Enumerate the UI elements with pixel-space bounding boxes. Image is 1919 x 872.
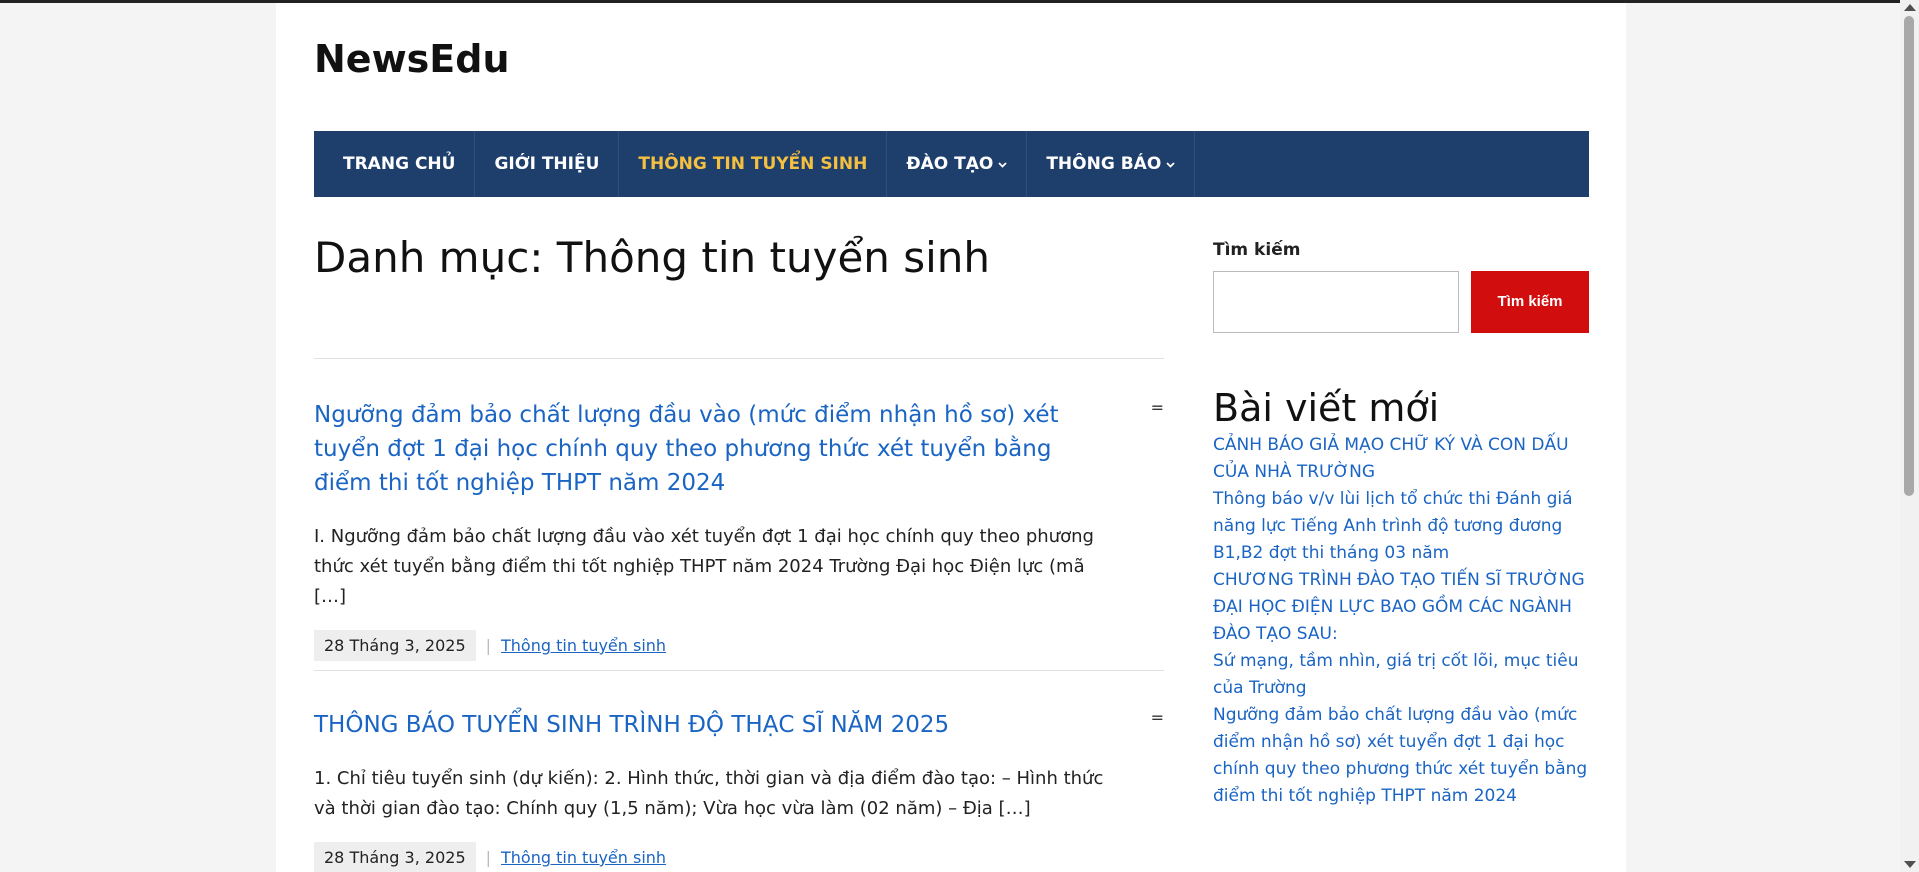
search-button[interactable]: Tìm kiếm (1471, 271, 1589, 333)
search-label: Tìm kiếm (1213, 240, 1301, 260)
post-meta: 28 Tháng 3, 2025 | Thông tin tuyển sinh (314, 842, 1164, 872)
meta-separator: | (485, 636, 492, 655)
recent-posts-list: CẢNH BÁO GIẢ MẠO CHỮ KÝ VÀ CON DẤU CỦA N… (1213, 432, 1589, 810)
nav-item-about[interactable]: GIỚI THIỆU (475, 131, 620, 197)
post-meta: 28 Tháng 3, 2025 | Thông tin tuyển sinh (314, 630, 1164, 661)
post-item: = Ngưỡng đảm bảo chất lượng đầu vào (mức… (314, 398, 1164, 661)
nav-item-label: ĐÀO TẠO (906, 154, 994, 174)
recent-posts-title: Bài viết mới (1213, 386, 1440, 430)
chevron-down-icon (998, 158, 1007, 171)
nav-item-label: THÔNG TIN TUYỂN SINH (638, 154, 868, 174)
nav-item-training[interactable]: ĐÀO TẠO (887, 131, 1028, 197)
recent-post-link[interactable]: Sứ mạng, tầm nhìn, giá trị cốt lõi, mục … (1213, 648, 1589, 702)
post-category-link[interactable]: Thông tin tuyển sinh (501, 848, 666, 867)
nav-item-label: TRANG CHỦ (343, 154, 456, 174)
post-category-link[interactable]: Thông tin tuyển sinh (501, 636, 666, 655)
meta-separator: | (485, 848, 492, 867)
nav-item-admissions[interactable]: THÔNG TIN TUYỂN SINH (619, 131, 888, 197)
post-menu-icon[interactable]: = (1151, 708, 1164, 727)
site-title[interactable]: NewsEdu (314, 37, 510, 81)
post-date: 28 Tháng 3, 2025 (314, 842, 476, 872)
divider (314, 670, 1164, 671)
post-date: 28 Tháng 3, 2025 (314, 630, 476, 661)
nav-item-home[interactable]: TRANG CHỦ (314, 131, 476, 197)
recent-post-link[interactable]: CẢNH BÁO GIẢ MẠO CHỮ KÝ VÀ CON DẤU CỦA N… (1213, 432, 1589, 486)
nav-item-label: THÔNG BÁO (1046, 154, 1162, 174)
recent-post-link[interactable]: Thông báo v/v lùi lịch tổ chức thi Đánh … (1213, 486, 1589, 567)
chevron-down-icon (1166, 158, 1175, 171)
page-scrollbar[interactable] (1900, 0, 1919, 872)
main-navigation: TRANG CHỦ GIỚI THIỆU THÔNG TIN TUYỂN SIN… (314, 131, 1589, 197)
search-input[interactable] (1213, 271, 1459, 333)
scroll-down-arrow-icon[interactable] (1904, 861, 1916, 868)
recent-post-link[interactable]: CHƯƠNG TRÌNH ĐÀO TẠO TIẾN SĨ TRƯỜNG ĐẠI … (1213, 567, 1589, 648)
post-excerpt: I. Ngưỡng đảm bảo chất lượng đầu vào xét… (314, 526, 1094, 607)
post-menu-icon[interactable]: = (1151, 398, 1164, 417)
scroll-up-arrow-icon[interactable] (1904, 4, 1916, 11)
recent-post-link[interactable]: Ngưỡng đảm bảo chất lượng đầu vào (mức đ… (1213, 702, 1589, 810)
post-excerpt: 1. Chỉ tiêu tuyển sinh (dự kiến): 2. Hìn… (314, 768, 1104, 819)
scrollbar-thumb[interactable] (1904, 16, 1914, 496)
post-title-link[interactable]: THÔNG BÁO TUYỂN SINH TRÌNH ĐỘ THẠC SĨ NĂ… (314, 708, 1104, 742)
nav-item-label: GIỚI THIỆU (494, 154, 600, 174)
page-container: NewsEdu TRANG CHỦ GIỚI THIỆU THÔNG TIN T… (276, 3, 1626, 872)
post-title-link[interactable]: Ngưỡng đảm bảo chất lượng đầu vào (mức đ… (314, 398, 1104, 500)
page-title: Danh mục: Thông tin tuyển sinh (314, 233, 991, 282)
nav-item-notices[interactable]: THÔNG BÁO (1027, 131, 1196, 197)
divider (314, 358, 1164, 359)
post-item: = THÔNG BÁO TUYỂN SINH TRÌNH ĐỘ THẠC SĨ … (314, 708, 1164, 872)
